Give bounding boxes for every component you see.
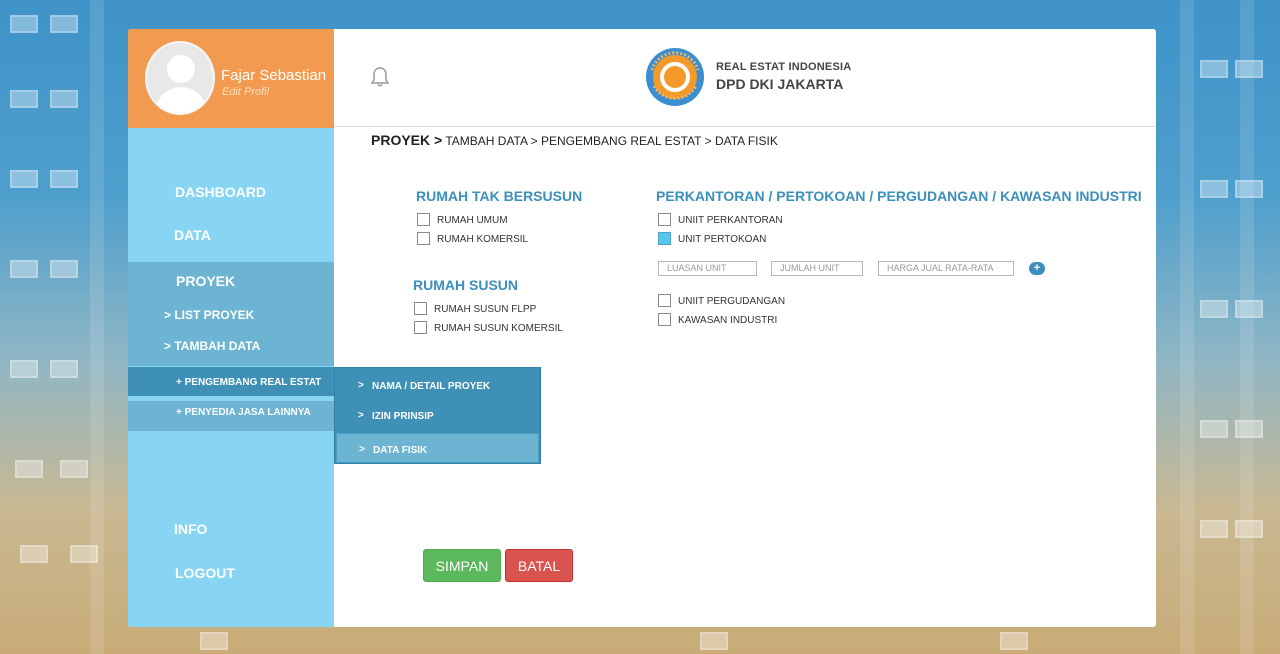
app-window: Fajar Sebastian Edit Profil DASHBOARD DA… xyxy=(128,29,1156,627)
save-button[interactable]: SIMPAN xyxy=(423,549,501,582)
sidebar: Fajar Sebastian Edit Profil DASHBOARD DA… xyxy=(128,29,334,627)
sidebar-subitem-list-proyek[interactable]: > LIST PROYEK xyxy=(164,308,254,322)
checkbox-box[interactable] xyxy=(414,321,427,334)
sidebar-subitem-penyedia[interactable]: + PENYEDIA JASA LAINNYA xyxy=(128,401,334,431)
checkbox-label: KAWASAN INDUSTRI xyxy=(678,315,778,326)
breadcrumb: PROYEK > TAMBAH DATA > PENGEMBANG REAL E… xyxy=(371,132,778,148)
breadcrumb-path: TAMBAH DATA > PENGEMBANG REAL ESTAT > DA… xyxy=(445,134,778,148)
checkbox-box-checked[interactable] xyxy=(658,232,671,245)
sidebar-subitem-pengembang[interactable]: + PENGEMBANG REAL ESTAT xyxy=(128,367,334,396)
checkbox-box[interactable] xyxy=(417,213,430,226)
chevron-right-icon: > xyxy=(358,380,364,391)
sidebar-subitem-label: + PENGEMBANG REAL ESTAT xyxy=(176,377,322,388)
flyout-item-label: IZIN PRINSIP xyxy=(372,411,434,422)
org-name-line1: REAL ESTAT INDONESIA xyxy=(716,61,852,73)
chevron-right-icon: > xyxy=(359,444,365,455)
sidebar-item-data[interactable]: DATA xyxy=(128,227,334,247)
checkbox-label: RUMAH UMUM xyxy=(437,215,508,226)
checkbox-label: UNIIT PERKANTORAN xyxy=(678,215,783,226)
sidebar-item-label: LOGOUT xyxy=(175,565,235,581)
section-title-perkantoran: PERKANTORAN / PERTOKOAN / PERGUDANGAN / … xyxy=(656,188,1142,204)
cancel-button[interactable]: BATAL xyxy=(505,549,573,582)
profile-panel: Fajar Sebastian Edit Profil xyxy=(128,29,334,128)
avatar[interactable] xyxy=(145,41,215,115)
org-name-line2: DPD DKI JAKARTA xyxy=(716,76,844,92)
sidebar-subitem-label: + PENYEDIA JASA LAINNYA xyxy=(176,407,311,418)
checkbox-label: RUMAH SUSUN FLPP xyxy=(434,304,537,315)
checkbox-label: UNIT PERTOKOAN xyxy=(678,234,767,245)
profile-name: Fajar Sebastian xyxy=(221,67,327,84)
checkbox-label: UNIIT PERGUDANGAN xyxy=(678,296,786,307)
sidebar-item-label: DATA xyxy=(174,227,211,243)
flyout-item-label: NAMA / DETAIL PROYEK xyxy=(372,381,491,392)
rei-logo-icon xyxy=(646,48,704,106)
checkbox-label: RUMAH SUSUN KOMERSIL xyxy=(434,323,563,334)
sidebar-item-info[interactable]: INFO xyxy=(128,521,334,541)
luasan-unit-input[interactable]: LUASAN UNIT xyxy=(658,261,757,276)
sidebar-item-dashboard[interactable]: DASHBOARD xyxy=(128,184,334,204)
flyout-item-nama-detail[interactable]: > NAMA / DETAIL PROYEK xyxy=(336,370,539,400)
section-title-rumah-tak-bersusun: RUMAH TAK BERSUSUN xyxy=(416,188,583,204)
top-header: REAL ESTAT INDONESIA DPD DKI JAKARTA xyxy=(334,29,1156,127)
checkbox-box[interactable] xyxy=(658,213,671,226)
sidebar-item-label: PROYEK xyxy=(176,273,236,289)
flyout-item-label: DATA FISIK xyxy=(373,445,428,456)
breadcrumb-root[interactable]: PROYEK > xyxy=(371,132,442,148)
checkbox-box[interactable] xyxy=(658,294,671,307)
edit-profile-link[interactable]: Edit Profil xyxy=(222,86,269,98)
bell-icon[interactable] xyxy=(370,66,390,88)
submenu-flyout: > NAMA / DETAIL PROYEK > IZIN PRINSIP > … xyxy=(334,367,541,464)
flyout-item-izin-prinsip[interactable]: > IZIN PRINSIP xyxy=(336,400,539,430)
sidebar-item-label: DASHBOARD xyxy=(175,184,266,200)
jumlah-unit-input[interactable]: JUMLAH UNIT xyxy=(771,261,863,276)
checkbox-box[interactable] xyxy=(658,313,671,326)
sidebar-subitem-tambah-data[interactable]: > TAMBAH DATA xyxy=(164,339,260,353)
section-title-rumah-susun: RUMAH SUSUN xyxy=(413,277,518,293)
chevron-right-icon: > xyxy=(358,410,364,421)
sidebar-item-label: INFO xyxy=(174,521,208,537)
add-row-button[interactable]: + xyxy=(1029,262,1045,275)
checkbox-box[interactable] xyxy=(414,302,427,315)
harga-jual-input[interactable]: HARGA JUAL RATA-RATA xyxy=(878,261,1014,276)
checkbox-box[interactable] xyxy=(417,232,430,245)
sidebar-item-logout[interactable]: LOGOUT xyxy=(128,565,334,585)
sidebar-item-proyek[interactable]: PROYEK > LIST PROYEK > TAMBAH DATA xyxy=(128,262,334,366)
flyout-item-data-fisik[interactable]: > DATA FISIK xyxy=(336,433,539,463)
checkbox-label: RUMAH KOMERSIL xyxy=(437,234,529,245)
